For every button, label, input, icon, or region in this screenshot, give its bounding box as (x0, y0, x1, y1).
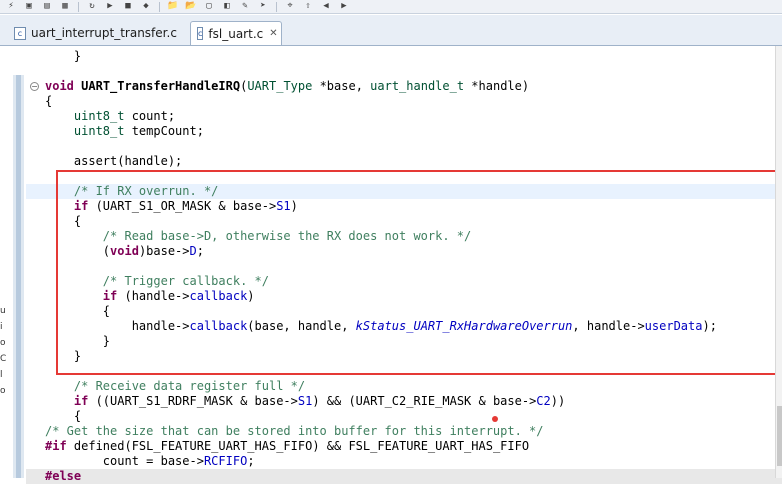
code-line[interactable]: #if defined(FSL_FEATURE_UART_HAS_FIFO) &… (26, 439, 782, 454)
back-icon[interactable]: ◀ (319, 1, 333, 12)
code-line[interactable]: /* Get the size that can be stored into … (26, 424, 782, 439)
code-token: ((UART_S1_RDRF_MASK & base-> (88, 394, 298, 408)
code-line[interactable]: #else (26, 469, 782, 484)
left-pane-text: i (0, 322, 3, 332)
toggle-icon[interactable]: ◧ (220, 1, 234, 12)
forward-icon[interactable]: ➤ (256, 1, 270, 12)
code-line[interactable]: uint8_t count; (26, 109, 782, 124)
code-token: ) && (UART_C2_RIE_MASK & base-> (312, 394, 537, 408)
run-icon[interactable]: ▶ (103, 1, 117, 12)
code-token: /* Get the size that can be stored into … (45, 424, 544, 438)
left-pane-text: l (0, 370, 3, 380)
code-token: } (45, 49, 82, 63)
new-icon[interactable]: ▣ (22, 1, 36, 12)
stop-icon[interactable]: ■ (121, 1, 135, 12)
code-token: #else (45, 469, 82, 483)
up-icon[interactable]: ⇧ (301, 1, 315, 12)
code-token: ; (247, 454, 255, 468)
code-token: *base, (312, 79, 371, 93)
c-file-icon: c (197, 27, 204, 40)
open-icon[interactable]: 📂 (184, 1, 198, 12)
tab-fsl-uart[interactable]: c fsl_uart.c ✕ (190, 21, 282, 45)
code-line[interactable] (26, 139, 782, 154)
editor-tab-bar: c uart_interrupt_transfer.c c fsl_uart.c… (0, 15, 782, 46)
code-line[interactable]: { (26, 94, 782, 109)
code-token: )) (550, 394, 566, 408)
code-token: UART_Type (247, 79, 313, 93)
highlight-icon[interactable]: ✎ (238, 1, 252, 12)
code-token: uint8_t (73, 109, 125, 123)
code-token: assert(handle); (45, 154, 183, 168)
close-icon[interactable]: ✕ (269, 28, 277, 39)
code-token: S1 (297, 394, 313, 408)
highlight-box (56, 170, 778, 375)
tab-label: fsl_uart.c (208, 26, 264, 41)
refresh-icon[interactable]: ↻ (85, 1, 99, 12)
left-pane-text: o (0, 338, 6, 348)
scrollbar-thumb[interactable] (777, 406, 782, 466)
fold-icon[interactable]: − (30, 82, 39, 91)
left-pane-text: C (0, 354, 7, 364)
code-line[interactable]: if ((UART_S1_RDRF_MASK & base->S1) && (U… (26, 394, 782, 409)
code-line[interactable] (26, 64, 782, 79)
code-token: uart_handle_t (370, 79, 465, 93)
left-pane-text: o (0, 386, 6, 396)
code-line[interactable]: void UART_TransferHandleIRQ(UART_Type *b… (26, 79, 782, 94)
folder-icon[interactable]: 📁 (166, 1, 180, 12)
code-line[interactable]: } (26, 49, 782, 64)
next-icon[interactable]: ▶ (337, 1, 351, 12)
code-line[interactable]: assert(handle); (26, 154, 782, 169)
tag-icon[interactable]: ⌖ (283, 1, 297, 12)
debug-icon[interactable]: ⚡ (4, 1, 18, 12)
code-line[interactable]: /* Receive data register full */ (26, 379, 782, 394)
code-line[interactable]: { (26, 409, 782, 424)
cursor-dot (492, 416, 498, 422)
external-tools-icon[interactable]: ◆ (139, 1, 153, 12)
left-panel-edge: uioClo (0, 46, 10, 478)
c-file-icon: c (14, 26, 26, 40)
code-token: { (45, 94, 53, 108)
code-token: /* Receive data register full */ (73, 379, 306, 393)
code-token: RCFIFO (203, 454, 248, 468)
code-token: count = base-> (45, 454, 204, 468)
change-ruler (13, 75, 24, 478)
left-pane-text: u (0, 306, 6, 316)
file-icon[interactable]: ▢ (202, 1, 216, 12)
code-token: defined(FSL_FEATURE_UART_HAS_FIFO) && FS… (66, 439, 530, 453)
code-token: #if (45, 439, 67, 453)
build-icon[interactable]: ▦ (58, 1, 72, 12)
code-token: if (73, 394, 89, 408)
code-token: *handle) (464, 79, 530, 93)
tab-uart-interrupt-transfer[interactable]: c uart_interrupt_transfer.c (8, 21, 190, 45)
code-token: UART_TransferHandleIRQ (81, 79, 241, 93)
code-token: C2 (536, 394, 551, 408)
code-token: count; (124, 109, 176, 123)
code-line[interactable]: count = base->RCFIFO; (26, 454, 782, 469)
code-token: tempCount; (124, 124, 204, 138)
main-toolbar: ⚡ ▣ ▤ ▦ ↻ ▶ ■ ◆ 📁 📂 ▢ ◧ ✎ ➤ ⌖ ⇧ ◀ ▶ (0, 0, 782, 14)
code-line[interactable]: uint8_t tempCount; (26, 124, 782, 139)
save-icon[interactable]: ▤ (40, 1, 54, 12)
tab-label: uart_interrupt_transfer.c (31, 26, 177, 40)
vertical-scrollbar[interactable] (775, 46, 782, 478)
code-token: { (45, 409, 82, 423)
code-token: uint8_t (73, 124, 125, 138)
code-token: void (45, 79, 74, 93)
